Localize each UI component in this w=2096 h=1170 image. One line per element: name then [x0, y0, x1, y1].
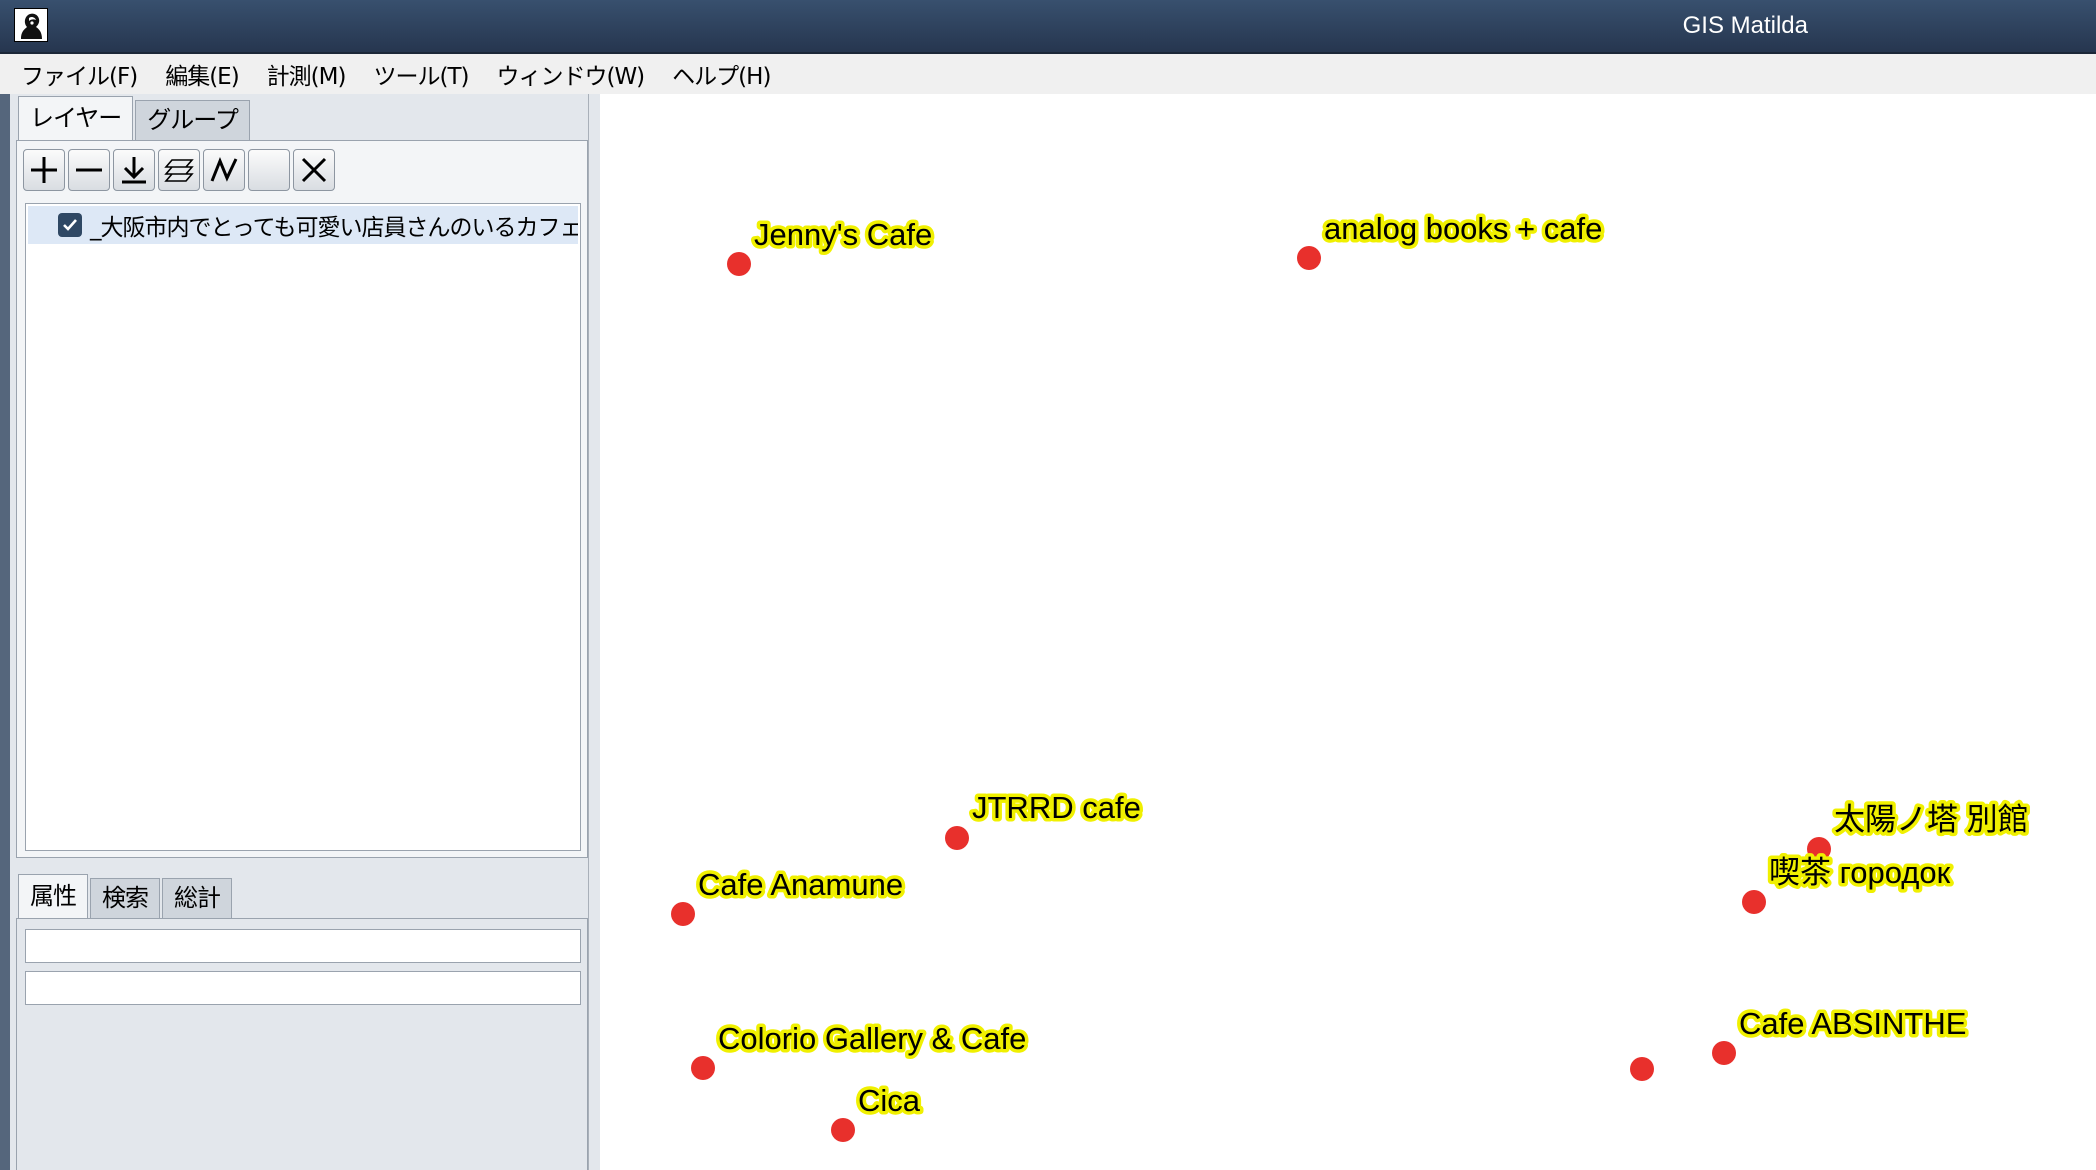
point-marker[interactable] [691, 1056, 715, 1080]
map-point-colorio-gallery-cafe[interactable]: Colorio Gallery & Cafe [691, 1018, 1030, 1080]
menu-edit[interactable]: 編集(E) [154, 57, 249, 91]
point-marker[interactable] [671, 902, 695, 926]
map-point-analog-books-cafe[interactable]: analog books + cafe [1297, 208, 1606, 270]
polyline-icon [210, 157, 238, 182]
add-layer-button[interactable] [23, 149, 65, 191]
map-svg[interactable]: Jenny's Cafe analog books + cafe JTRRD c… [600, 94, 2096, 1170]
title-bar: GIS Matilda [0, 0, 2096, 54]
attribute-panel [16, 918, 588, 1170]
menu-file[interactable]: ファイル(F) [10, 57, 148, 91]
menu-help[interactable]: ヘルプ(H) [661, 57, 781, 91]
point-label: Cafe Anamune [698, 867, 903, 902]
menu-measure[interactable]: 計測(M) [256, 57, 357, 91]
point-label: Colorio Gallery & Cafe [718, 1021, 1026, 1056]
layer-toolbar [23, 149, 338, 191]
matilda-app-icon[interactable] [14, 8, 48, 42]
window-title: GIS Matilda [1682, 12, 1808, 39]
tab-attributes[interactable]: 属性 [18, 874, 88, 918]
menu-bar: ファイル(F) 編集(E) 計測(M) ツール(T) ウィンドウ(W) ヘルプ(… [0, 54, 2096, 94]
map-point-cafe-anamune[interactable]: Cafe Anamune [671, 864, 907, 926]
blank-tool-button[interactable] [248, 149, 290, 191]
layer-name: _大阪市内でとっても可愛い店員さんのいるカフェ [90, 215, 578, 241]
map-point-jennys-cafe[interactable]: Jenny's Cafe [727, 214, 936, 276]
map-point-cafe-absinthe[interactable]: Cafe ABSINTHE [1712, 1003, 1970, 1065]
point-marker[interactable] [831, 1118, 855, 1142]
polyline-button[interactable] [203, 149, 245, 191]
map-point-jtrrd-cafe[interactable]: JTRRD cafe [945, 787, 1144, 850]
stacked-layers-icon [164, 159, 194, 182]
left-panel: レイヤー グループ _大阪市内でとっても可愛い店員さんのいるカフェ 属性 検索 … [0, 94, 600, 1170]
minus-icon [76, 168, 102, 172]
map-point-unlabeled[interactable] [1630, 1057, 1654, 1081]
point-label: analog books + cafe [1324, 211, 1602, 246]
point-label: Cica [858, 1083, 921, 1118]
attribute-field-1[interactable] [25, 929, 581, 963]
layer-panel: _大阪市内でとっても可愛い店員さんのいるカフェ [16, 140, 588, 858]
point-label: 太陽ノ塔 別館 [1834, 802, 2029, 837]
checkmark-icon [63, 219, 77, 231]
layer-visibility-checkbox[interactable] [58, 213, 82, 237]
tab-layers[interactable]: レイヤー [18, 96, 134, 140]
window-left-edge [0, 94, 10, 1170]
attribute-field-2[interactable] [25, 971, 581, 1005]
menu-tools[interactable]: ツール(T) [362, 57, 479, 91]
map-point-taiyo-no-to-bekkan[interactable]: 太陽ノ塔 別館 [1807, 799, 2032, 861]
point-marker[interactable] [727, 252, 751, 276]
layer-row[interactable]: _大阪市内でとっても可愛い店員さんのいるカフェ [28, 206, 578, 244]
panel-splitter[interactable] [588, 94, 600, 1170]
plus-icon [31, 157, 57, 183]
close-layer-button[interactable] [293, 149, 335, 191]
info-panel-tabs: 属性 検索 総計 [18, 874, 234, 918]
point-marker[interactable] [1742, 890, 1766, 914]
map-canvas[interactable]: Jenny's Cafe analog books + cafe JTRRD c… [600, 94, 2096, 1170]
point-marker[interactable] [1297, 246, 1321, 270]
point-label: Jenny's Cafe [754, 217, 932, 252]
import-button[interactable] [113, 149, 155, 191]
point-marker[interactable] [1630, 1057, 1654, 1081]
menu-window[interactable]: ウィンドウ(W) [485, 57, 655, 91]
map-point-cica[interactable]: Cica [831, 1080, 924, 1142]
layer-panel-tabs: レイヤー グループ [18, 96, 252, 140]
map-point-kissa-gorodok[interactable]: 喫茶 городок [1742, 852, 1954, 914]
tab-search[interactable]: 検索 [90, 878, 160, 918]
layer-style-button[interactable] [158, 149, 200, 191]
tab-groups[interactable]: グループ [135, 100, 250, 140]
remove-layer-button[interactable] [68, 149, 110, 191]
point-label: Cafe ABSINTHE [1739, 1006, 1966, 1041]
x-icon [301, 157, 327, 183]
download-arrow-icon [122, 157, 146, 184]
point-label: 喫茶 городок [1769, 855, 1951, 890]
tab-summary[interactable]: 総計 [162, 878, 232, 918]
point-label: JTRRD cafe [972, 790, 1141, 825]
point-marker[interactable] [945, 826, 969, 850]
point-marker[interactable] [1712, 1041, 1736, 1065]
layer-list: _大阪市内でとっても可愛い店員さんのいるカフェ [25, 203, 581, 851]
